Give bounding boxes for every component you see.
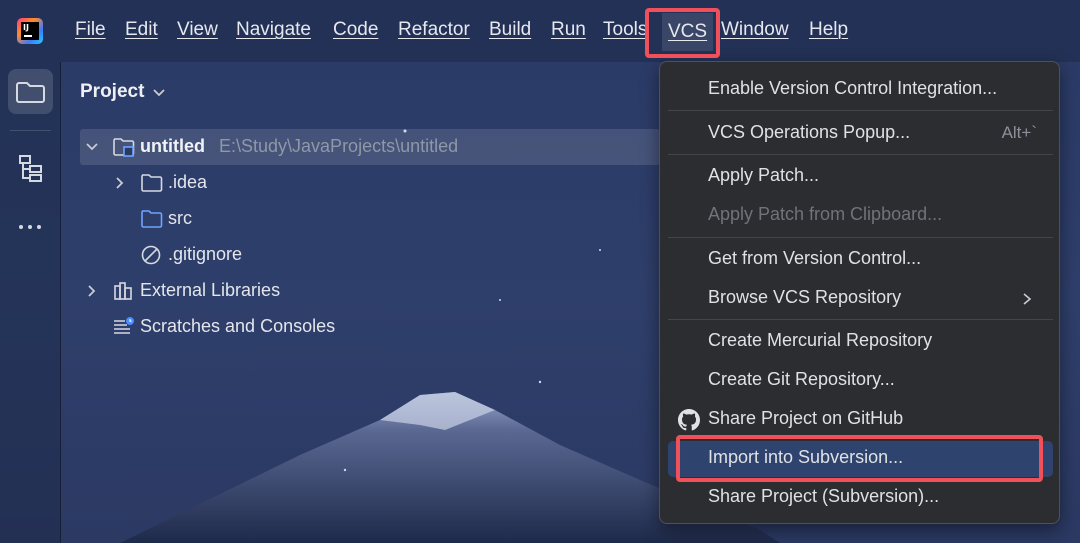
menu-item-get-from-vcs[interactable]: Get from Version Control... — [668, 242, 1053, 278]
folder-icon — [141, 174, 163, 192]
menu-file[interactable]: File — [75, 19, 106, 41]
project-path: E:\Study\JavaProjects\untitled — [219, 136, 459, 156]
tree-row-scratches[interactable]: Scratches and Consoles — [80, 309, 580, 345]
menu-item-label: Create Mercurial Repository — [708, 330, 933, 350]
menu-item-label: Create Git Repository... — [708, 369, 895, 389]
menu-window[interactable]: Window — [721, 19, 789, 41]
structure-icon — [19, 155, 42, 182]
tree-row-src[interactable]: src — [80, 201, 580, 237]
menu-run[interactable]: Run — [551, 19, 586, 41]
tree-item-label: External Libraries — [140, 280, 281, 300]
menu-item-share-project-subversion[interactable]: Share Project (Subversion)... — [668, 480, 1053, 516]
module-folder-icon — [113, 138, 135, 157]
project-panel-title[interactable]: Project — [80, 81, 144, 103]
menu-item-create-git-repo[interactable]: Create Git Repository... — [668, 363, 1053, 399]
menu-edit[interactable]: Edit — [125, 19, 158, 41]
menu-item-apply-patch[interactable]: Apply Patch... — [668, 159, 1053, 195]
more-icon — [19, 225, 41, 229]
menu-code[interactable]: Code — [333, 19, 378, 41]
tree-item-label: Scratches and Consoles — [140, 316, 336, 336]
tree-row-idea[interactable]: .idea — [80, 165, 580, 201]
tree-item-label: src — [168, 208, 192, 228]
menu-item-label: Share Project (Subversion)... — [708, 486, 940, 506]
menu-item-label: Import into Subversion... — [708, 447, 904, 467]
menu-item-import-into-subversion[interactable]: Import into Subversion... — [668, 441, 1053, 477]
folder-icon — [16, 82, 45, 103]
menu-item-create-mercurial-repo[interactable]: Create Mercurial Repository — [668, 324, 1053, 360]
project-tool-button[interactable] — [8, 69, 53, 114]
tree-row-untitled[interactable]: untitled E:\Study\JavaProjects\untitled — [80, 129, 660, 165]
menu-separator — [668, 237, 1053, 238]
menu-item-vcs-operations-popup[interactable]: VCS Operations Popup... Alt+` — [668, 116, 1053, 152]
tree-item-label: .gitignore — [168, 244, 243, 264]
toolstrip-divider — [10, 130, 51, 131]
menu-item-label: Apply Patch from Clipboard... — [708, 204, 943, 224]
source-folder-icon — [141, 210, 163, 228]
menu-navigate[interactable]: Navigate — [236, 19, 311, 41]
chevron-down-icon[interactable] — [152, 86, 166, 100]
menu-refactor[interactable]: Refactor — [398, 19, 470, 41]
main-menubar: IJ File Edit View Navigate Code Refactor… — [0, 0, 1080, 62]
more-tools-button[interactable] — [8, 205, 53, 250]
github-icon — [678, 409, 700, 431]
menu-item-label: Enable Version Control Integration... — [708, 78, 998, 98]
menu-vcs[interactable]: VCS — [662, 13, 714, 51]
menu-item-label: Browse VCS Repository — [708, 287, 902, 307]
project-name: untitled — [140, 136, 205, 156]
chevron-right-icon — [1023, 293, 1032, 305]
menu-item-label: Apply Patch... — [708, 165, 820, 185]
chevron-right-icon[interactable] — [84, 283, 100, 299]
menu-item-label: Share Project on GitHub — [708, 408, 904, 428]
shortcut-label: Alt+` — [1001, 123, 1037, 142]
menu-build[interactable]: Build — [489, 19, 531, 41]
menu-item-label: Get from Version Control... — [708, 248, 922, 268]
vcs-dropdown-menu: Enable Version Control Integration... VC… — [659, 61, 1060, 524]
menu-item-browse-vcs-repository[interactable]: Browse VCS Repository — [668, 281, 1053, 317]
ignore-file-icon — [141, 245, 161, 265]
menu-item-label: VCS Operations Popup... — [708, 122, 911, 142]
intellij-logo-icon[interactable]: IJ — [17, 18, 43, 44]
menu-item-apply-patch-clipboard: Apply Patch from Clipboard... — [668, 198, 1053, 234]
tree-item-label: .idea — [168, 172, 208, 192]
tool-window-strip — [0, 62, 61, 543]
menu-separator — [668, 110, 1053, 111]
menu-view[interactable]: View — [177, 19, 218, 41]
structure-tool-button[interactable] — [8, 145, 53, 190]
library-icon — [114, 282, 132, 300]
scratches-icon — [114, 317, 134, 334]
chevron-right-icon[interactable] — [112, 175, 128, 191]
menu-separator — [668, 319, 1053, 320]
tree-row-gitignore[interactable]: .gitignore — [80, 237, 580, 273]
menu-help[interactable]: Help — [809, 19, 848, 41]
menu-separator — [668, 154, 1053, 155]
menu-tools[interactable]: Tools — [603, 19, 647, 41]
chevron-down-icon[interactable] — [84, 139, 100, 155]
menu-item-enable-vcs-integration[interactable]: Enable Version Control Integration... — [668, 72, 1053, 108]
tree-row-external-libraries[interactable]: External Libraries — [80, 273, 580, 309]
menu-item-share-on-github[interactable]: Share Project on GitHub — [668, 402, 1053, 438]
